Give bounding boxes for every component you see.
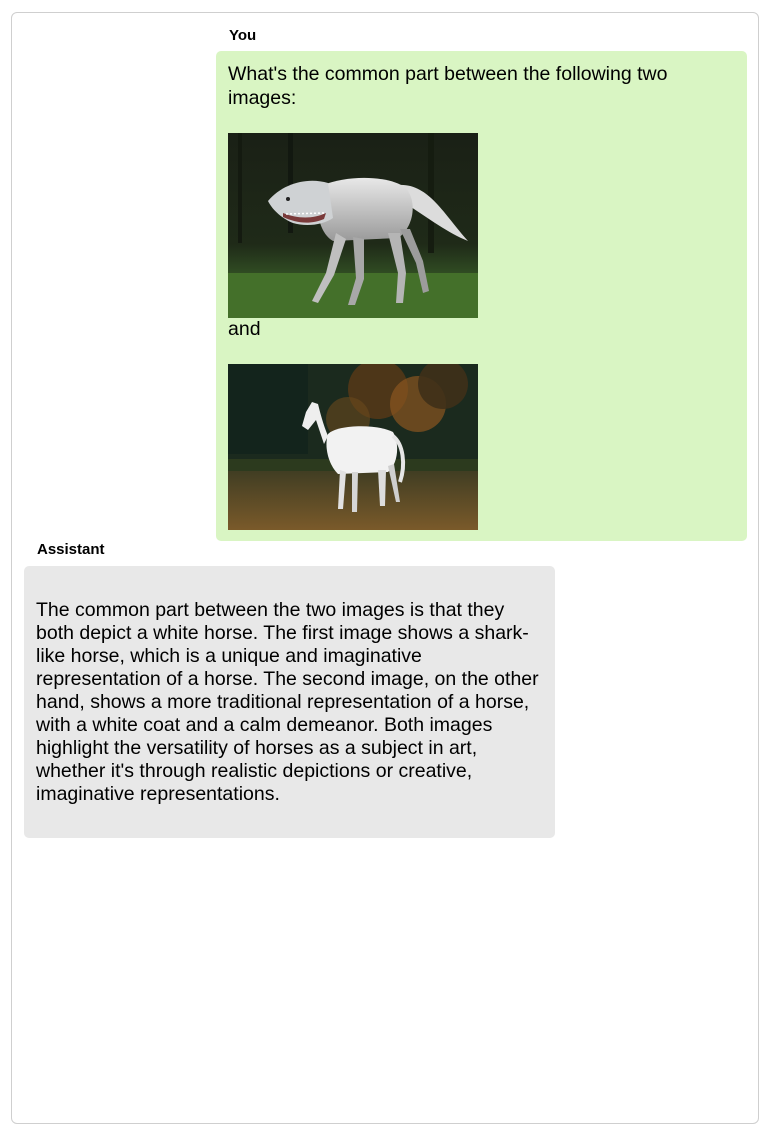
shark-headed-horse-image: [228, 133, 478, 318]
user-message-bubble: What's the common part between the follo…: [216, 51, 747, 541]
user-message-connector: and: [228, 318, 261, 340]
assistant-message-bubble: The common part between the two images i…: [24, 566, 555, 838]
user-sender-label: You: [229, 27, 257, 44]
assistant-sender-label: Assistant: [37, 541, 105, 558]
assistant-message-text: The common part between the two images i…: [36, 599, 539, 805]
horse-image: [228, 363, 478, 530]
chat-window: You What's the common part between the f…: [11, 12, 759, 1124]
white-horse-image: [228, 363, 478, 530]
shark-horse-image: [228, 133, 478, 318]
user-message-text: What's the common part between the follo…: [228, 63, 668, 109]
